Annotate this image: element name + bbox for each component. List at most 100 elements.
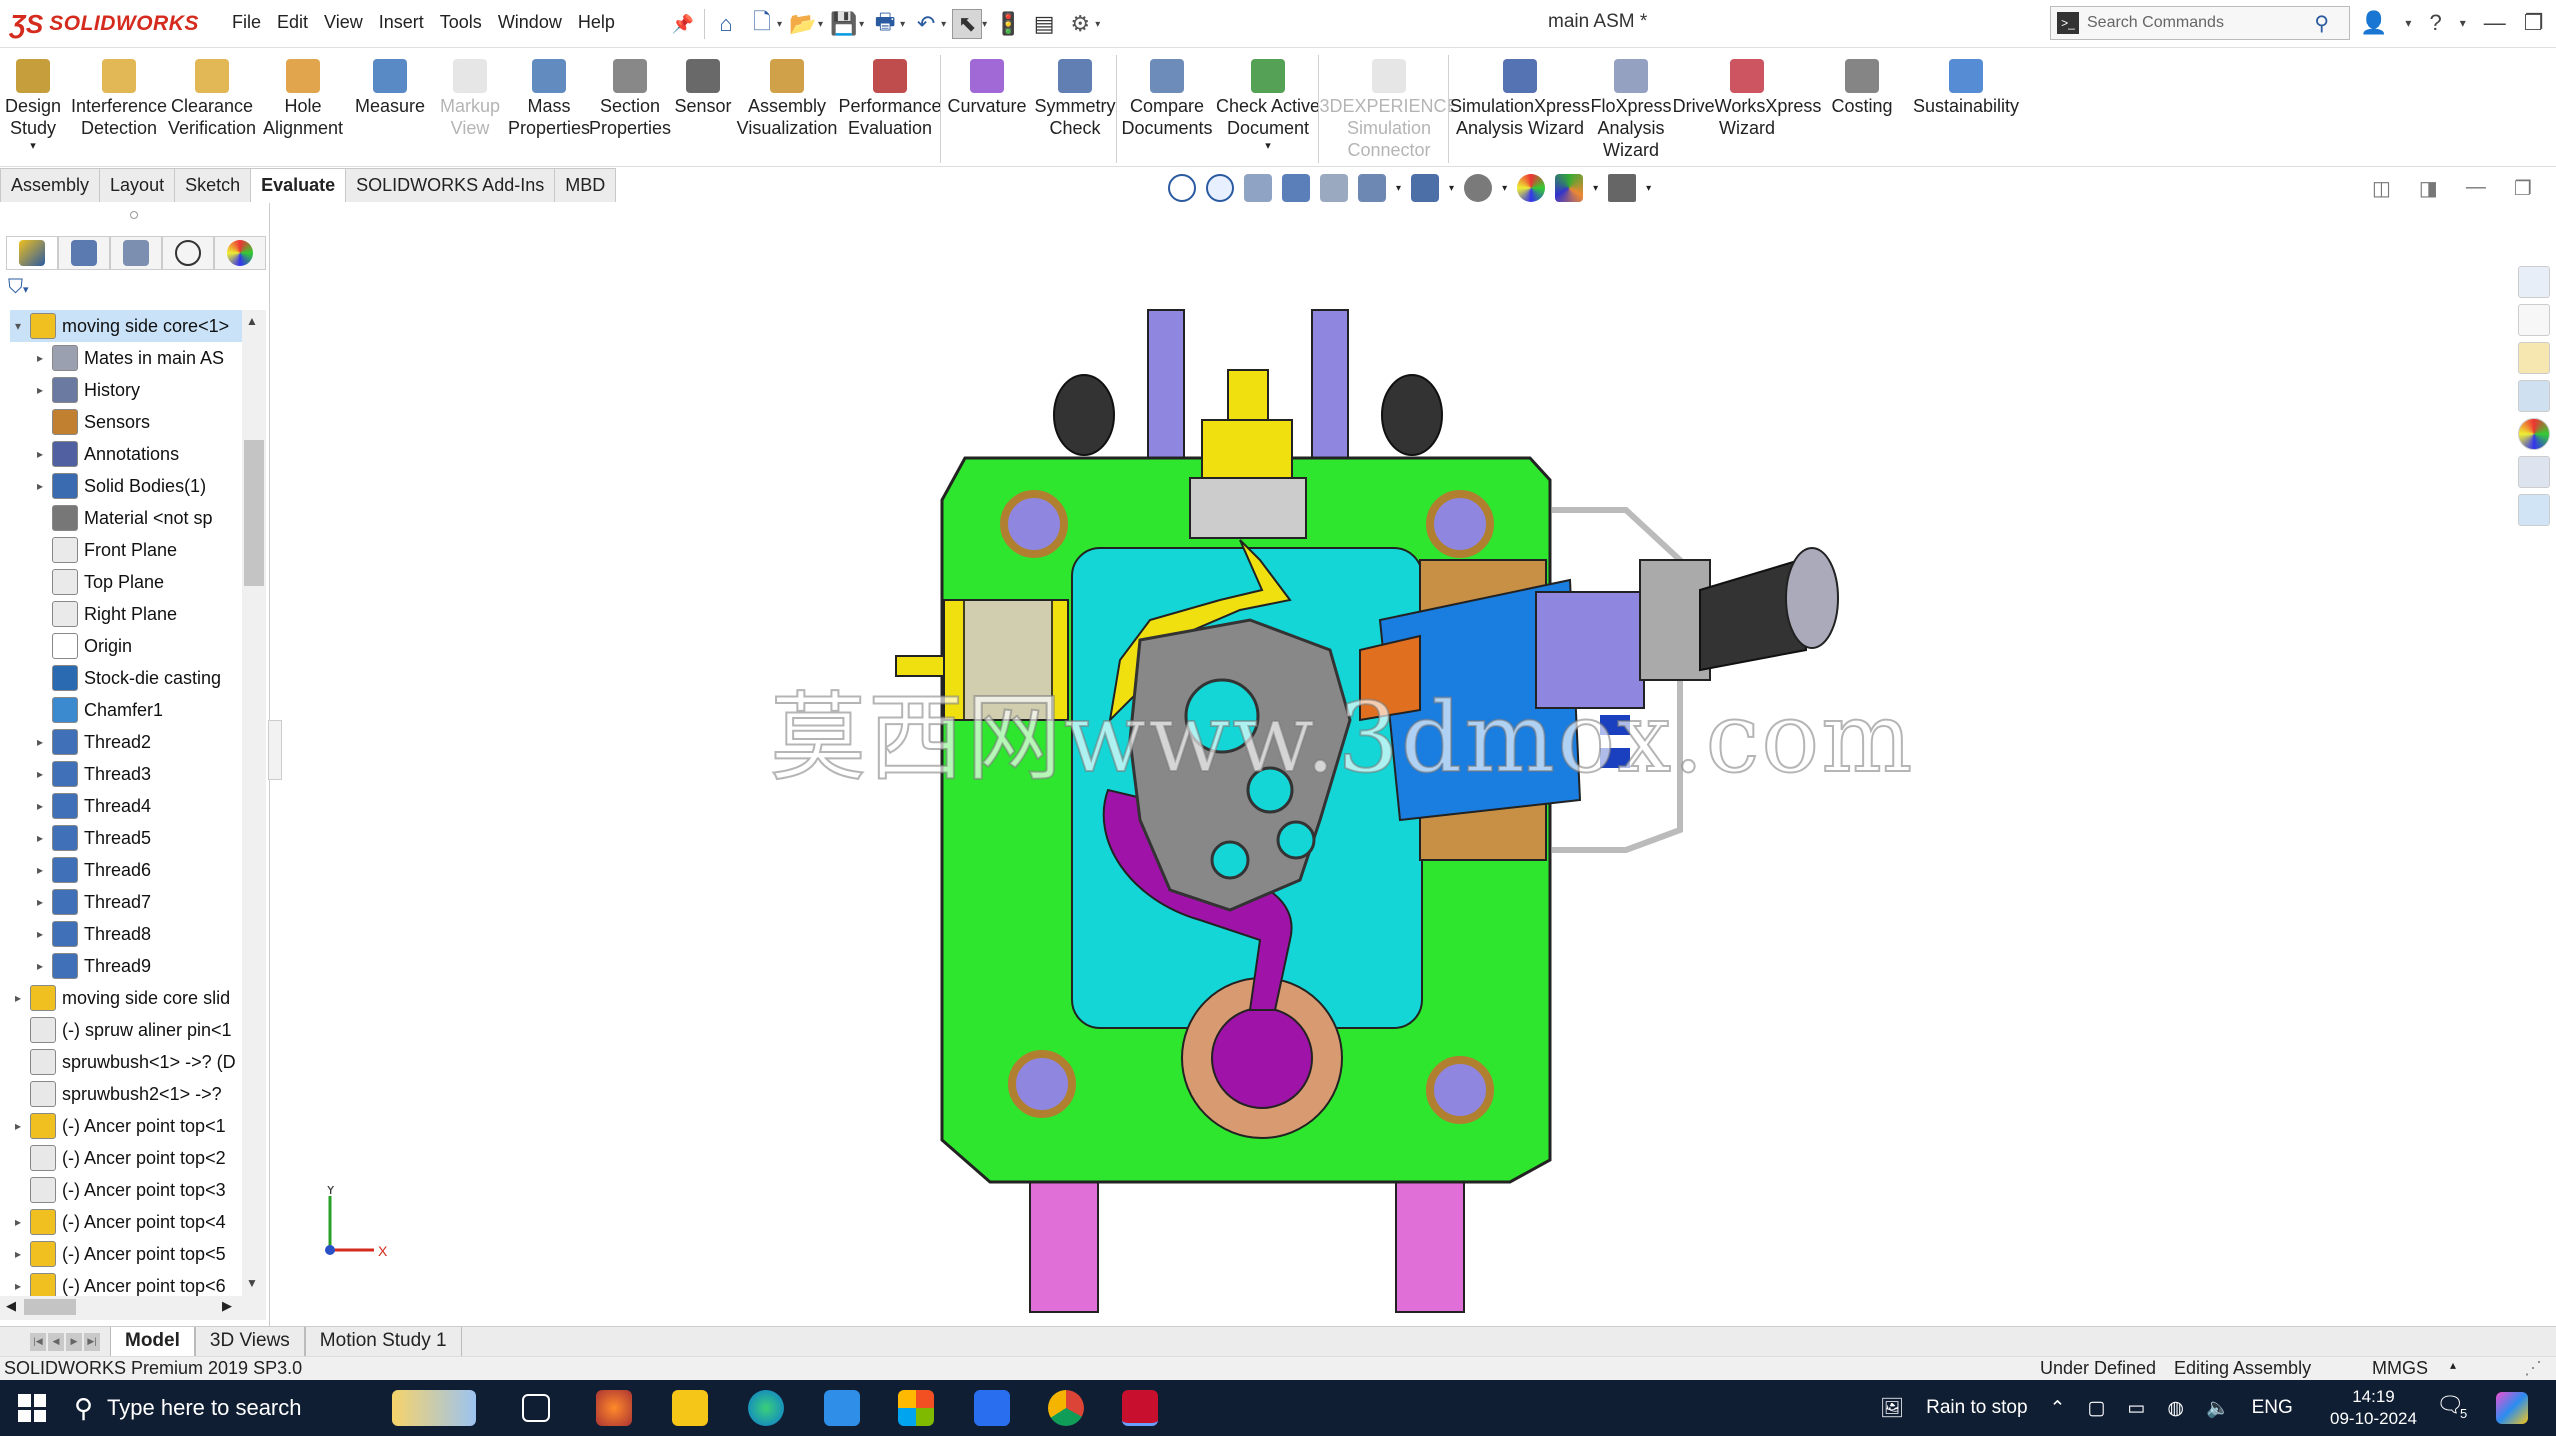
viewport-restore-icon[interactable]: ❐ — [2514, 176, 2532, 201]
tree-item[interactable]: ▸ Annotations — [32, 438, 179, 470]
viewport-split2-icon[interactable]: ◨ — [2419, 176, 2438, 201]
hide-show-dropdown-icon[interactable]: ▾ — [1502, 183, 1507, 194]
tree-item[interactable]: ▸ Thread9 — [32, 950, 151, 982]
apply-scene-icon[interactable] — [1555, 174, 1584, 202]
section-properties-button[interactable]: Section Properties — [589, 59, 671, 139]
tree-item[interactable]: ▸ (-) Ancer point top<4 — [10, 1206, 226, 1238]
chrome-icon[interactable] — [1048, 1390, 1084, 1426]
search-input[interactable]: Search Commands — [2087, 14, 2306, 32]
expand-icon[interactable]: ▸ — [32, 895, 48, 909]
symmetry-check-button[interactable]: Symmetry Check — [1030, 59, 1120, 139]
check-active-document-button[interactable]: Check Active Document ▾ — [1214, 59, 1322, 153]
store-icon[interactable] — [898, 1390, 934, 1426]
solidworks-logo[interactable]: ƷS SOLIDWORKS — [10, 6, 198, 42]
panel-splitter[interactable] — [268, 720, 282, 780]
bottom-tab-model[interactable]: Model — [110, 1326, 195, 1357]
menu-help[interactable]: Help — [570, 10, 623, 35]
save-icon[interactable]: 💾 — [829, 9, 859, 39]
property-manager-tab[interactable] — [58, 236, 110, 270]
pin-icon[interactable]: 📌 — [668, 9, 698, 39]
minimize-icon[interactable]: — — [2484, 10, 2506, 36]
task-view-icon[interactable] — [522, 1394, 550, 1422]
clearance-verification-button[interactable]: Clearance Verification — [168, 59, 256, 139]
expand-icon[interactable]: ▸ — [32, 863, 48, 877]
restore-icon[interactable]: ❐ — [2524, 10, 2544, 36]
help-icon[interactable]: ? — [2429, 10, 2441, 36]
bottom-tab-motion-study-1[interactable]: Motion Study 1 — [304, 1326, 462, 1357]
feature-manager-tab[interactable] — [6, 236, 58, 270]
driveworksxpress-button[interactable]: DriveWorksXpress Wizard — [1673, 59, 1821, 139]
edge-icon[interactable] — [748, 1390, 784, 1426]
expand-icon[interactable]: ▸ — [32, 447, 48, 461]
file-properties-icon[interactable]: ▤ — [1029, 9, 1059, 39]
expand-icon[interactable]: ▸ — [32, 351, 48, 365]
expand-icon[interactable]: ▸ — [10, 991, 26, 1005]
tree-item[interactable]: (-) Ancer point top<2 — [10, 1142, 226, 1174]
copilot-icon[interactable] — [2496, 1392, 2528, 1424]
volume-icon[interactable]: 🔈 — [2206, 1396, 2230, 1420]
home-icon[interactable]: ⌂ — [711, 9, 741, 39]
display-manager-tab[interactable] — [214, 236, 266, 270]
tree-item[interactable]: ▸ Mates in main AS — [32, 342, 224, 374]
expand-icon[interactable]: ▸ — [32, 959, 48, 973]
select-dropdown-icon[interactable]: ▾ — [982, 19, 987, 30]
tab-assembly[interactable]: Assembly — [0, 168, 101, 202]
save-dropdown-icon[interactable]: ▾ — [859, 19, 864, 30]
battery-icon[interactable]: ▭ — [2127, 1397, 2145, 1420]
dynamic-annotation-icon[interactable] — [1320, 174, 1348, 202]
news-widget-icon[interactable] — [392, 1390, 476, 1426]
tree-item[interactable]: ▸ Solid Bodies(1) — [32, 470, 206, 502]
tree-scroll-thumb[interactable] — [244, 440, 264, 586]
tab-prev-icon[interactable]: ◀ — [48, 1332, 64, 1351]
costing-button[interactable]: Costing — [1818, 59, 1906, 117]
network-icon[interactable]: ◍ — [2167, 1397, 2184, 1420]
undo-dropdown-icon[interactable]: ▾ — [941, 19, 946, 30]
tree-horizontal-thumb[interactable] — [24, 1299, 76, 1315]
expand-icon[interactable]: ▸ — [32, 927, 48, 941]
search-commands[interactable]: >_ Search Commands ⚲ — [2050, 6, 2350, 40]
tab-last-icon[interactable]: ▶| — [84, 1332, 100, 1351]
menu-view[interactable]: View — [316, 10, 371, 35]
scroll-left-icon[interactable]: ◀ — [6, 1298, 16, 1314]
user-icon[interactable]: 👤 — [2360, 10, 2387, 36]
expand-icon[interactable]: ▸ — [32, 735, 48, 749]
apply-scene-dropdown-icon[interactable]: ▾ — [1593, 183, 1598, 194]
tab-sketch[interactable]: Sketch — [174, 168, 252, 202]
tree-item[interactable]: ▸ Thread8 — [32, 918, 151, 950]
start-button[interactable] — [18, 1394, 46, 1422]
zoom-to-fit-icon[interactable] — [1168, 174, 1196, 202]
menu-insert[interactable]: Insert — [371, 10, 432, 35]
tree-item[interactable]: spruwbush2<1> ->? — [10, 1078, 222, 1110]
tree-item[interactable]: Stock-die casting — [32, 662, 221, 694]
status-units[interactable]: MMGS — [2372, 1358, 2428, 1379]
units-dropdown-icon[interactable]: ▴ — [2450, 1358, 2456, 1372]
app-icon-2[interactable] — [974, 1390, 1010, 1426]
clock[interactable]: 14:19 09-10-2024 — [2330, 1386, 2417, 1430]
floxpress-button[interactable]: FloXpress Analysis Wizard — [1586, 59, 1676, 161]
compare-documents-button[interactable]: Compare Documents — [1120, 59, 1214, 139]
tree-item[interactable]: ▸ Thread2 — [32, 726, 151, 758]
expand-icon[interactable]: ▸ — [32, 767, 48, 781]
tree-item[interactable]: Sensors — [32, 406, 150, 438]
taskbar-search-input[interactable]: Type here to search — [107, 1395, 301, 1421]
interference-detection-button[interactable]: Interference Detection — [70, 59, 168, 139]
tab-evaluate[interactable]: Evaluate — [250, 168, 347, 202]
assembly-visualization-button[interactable]: Assembly Visualization — [737, 59, 837, 139]
tree-item[interactable]: ▸ Thread4 — [32, 790, 151, 822]
open-icon[interactable]: 📂 — [788, 9, 818, 39]
sensor-button[interactable]: Sensor — [668, 59, 738, 117]
menu-tools[interactable]: Tools — [432, 10, 490, 35]
filter-icon[interactable]: ⛉▾ — [8, 276, 29, 299]
previous-view-icon[interactable] — [1244, 174, 1272, 202]
open-dropdown-icon[interactable]: ▾ — [818, 19, 823, 30]
tree-item[interactable]: Material <not sp — [32, 502, 213, 534]
expand-icon[interactable]: ▸ — [10, 1247, 26, 1261]
print-dropdown-icon[interactable]: ▾ — [900, 19, 905, 30]
panel-grip-icon[interactable] — [130, 211, 138, 219]
tree-item[interactable]: Front Plane — [32, 534, 177, 566]
design-library-icon[interactable] — [2518, 304, 2550, 336]
scroll-down-icon[interactable]: ▼ — [246, 1276, 258, 1290]
tree-item[interactable]: ▸ (-) Ancer point top<6 — [10, 1270, 226, 1296]
appearances-icon[interactable] — [2518, 418, 2550, 450]
tab-mbd[interactable]: MBD — [554, 168, 617, 202]
